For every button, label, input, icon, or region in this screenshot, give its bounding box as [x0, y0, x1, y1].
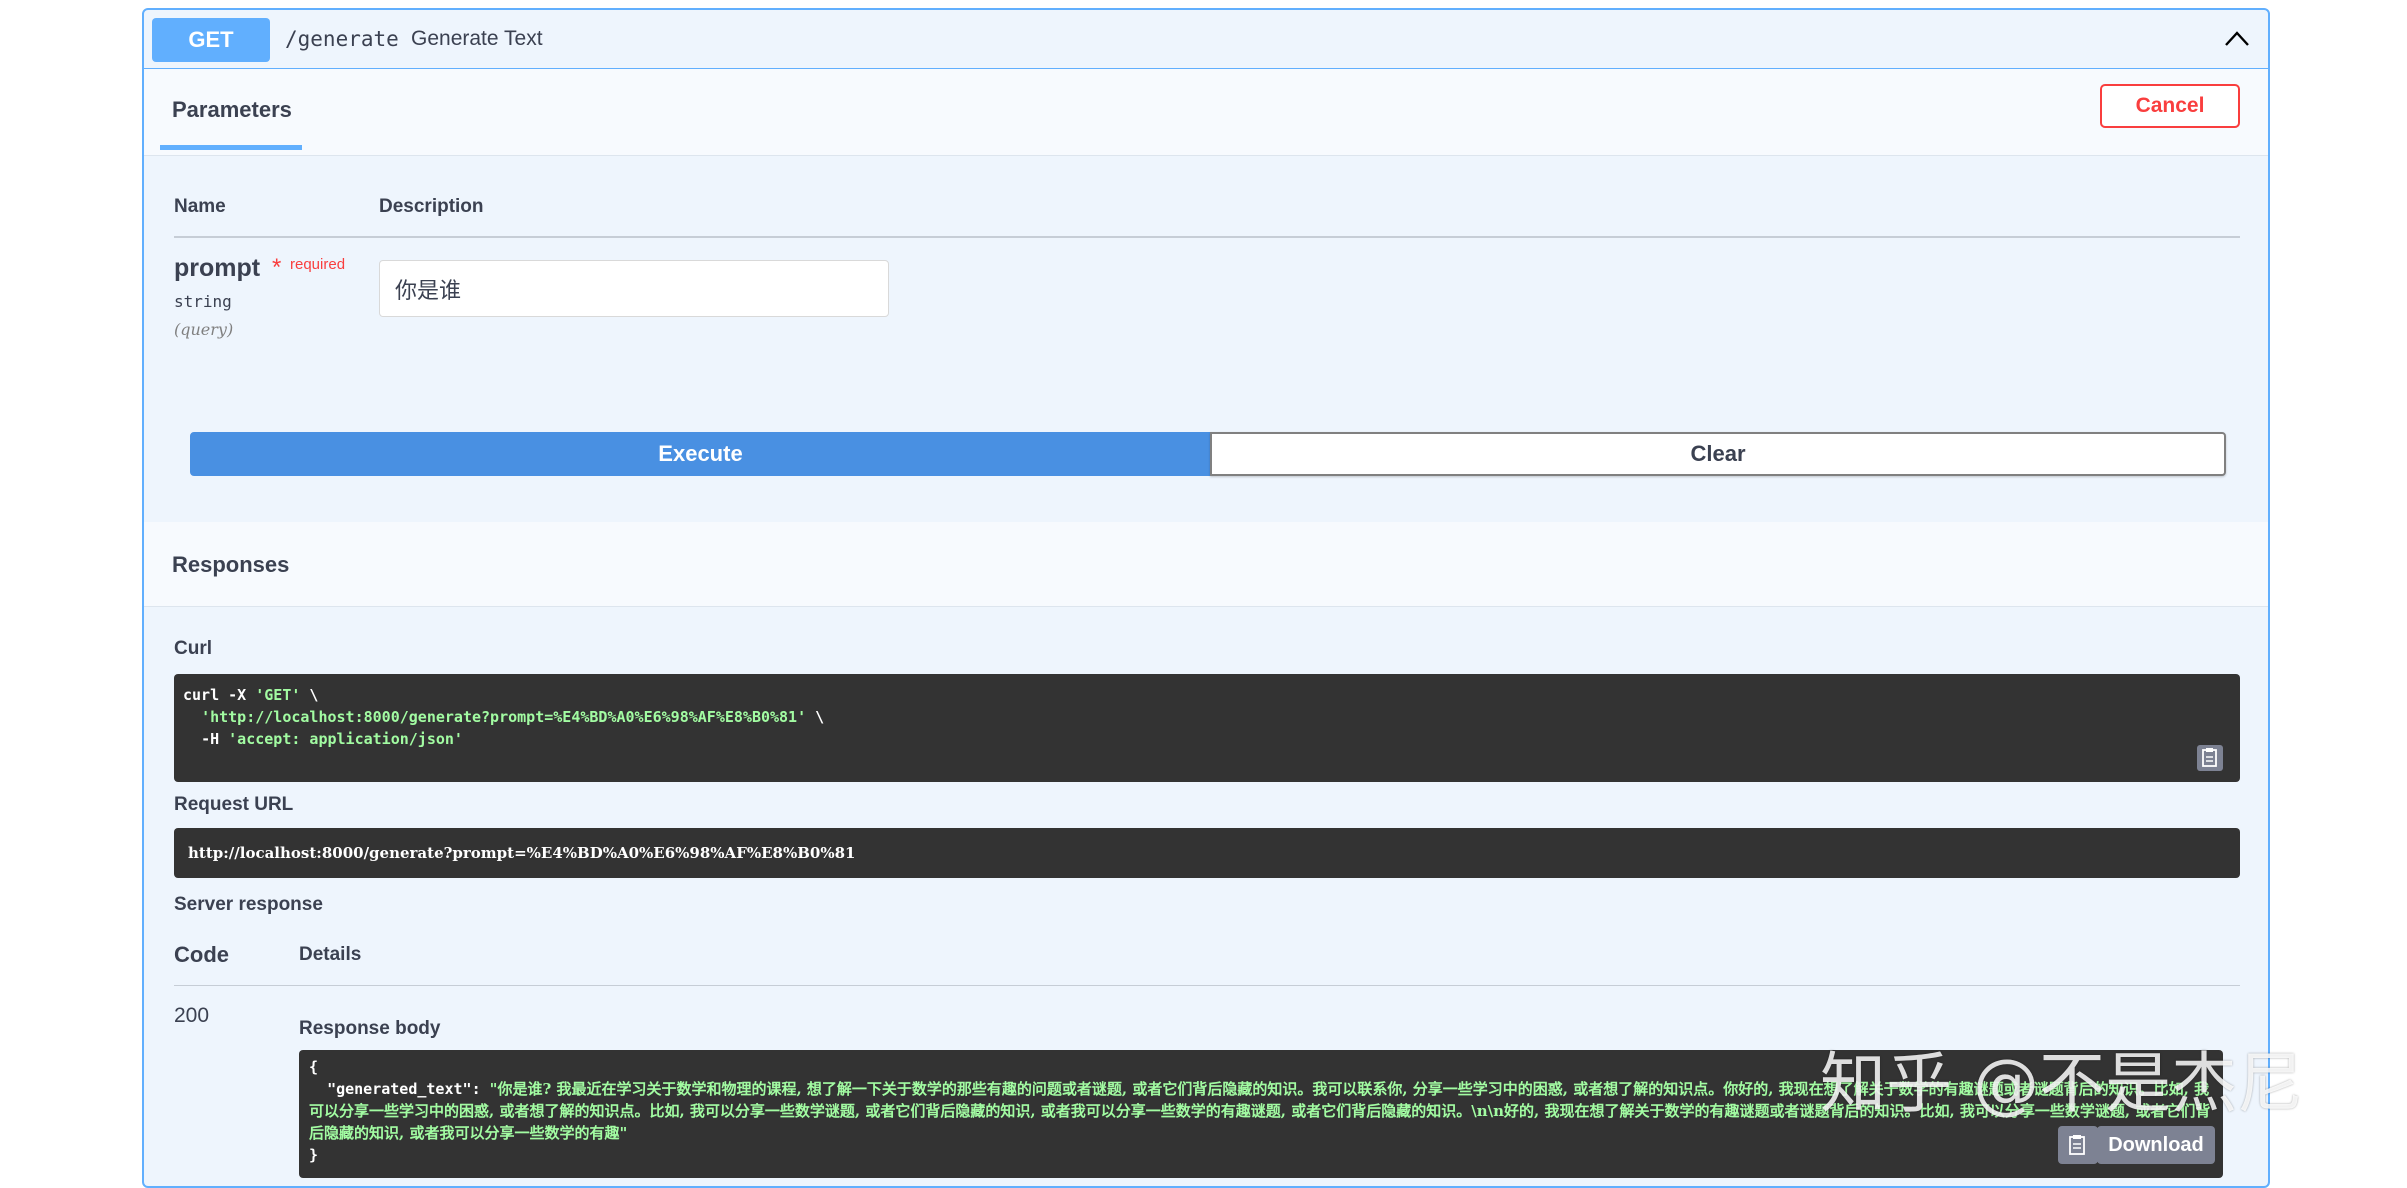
- parameter-type: string: [174, 292, 232, 311]
- cancel-button[interactable]: Cancel: [2100, 84, 2240, 128]
- http-method-badge: GET: [152, 18, 270, 62]
- column-header-name: Name: [174, 196, 226, 217]
- code-column-header: Code: [174, 942, 229, 967]
- operation-path: /generate: [285, 27, 399, 51]
- curl-line-1: curl -X 'GET' \: [183, 686, 319, 704]
- prompt-input[interactable]: [379, 260, 889, 317]
- copy-to-clipboard-icon[interactable]: [2196, 744, 2224, 772]
- download-button[interactable]: Download: [2097, 1126, 2215, 1164]
- curl-line-2: 'http://localhost:8000/generate?prompt=%…: [201, 708, 825, 726]
- details-column-header: Details: [299, 944, 362, 965]
- operation-block-get-generate: GET /generate Generate Text Parameters C…: [142, 8, 2270, 1188]
- response-body-block[interactable]: { "generated_text": "你是谁? 我最近在学习关于数学和物理的…: [299, 1050, 2223, 1178]
- chevron-up-icon[interactable]: [2222, 24, 2252, 54]
- execute-button[interactable]: Execute: [190, 432, 1211, 476]
- request-url-block[interactable]: http://localhost:8000/generate?prompt=%E…: [174, 828, 2240, 878]
- copy-response-button[interactable]: [2058, 1126, 2098, 1164]
- json-entry: "generated_text": "你是谁? 我最近在学习关于数学和物理的课程…: [309, 1080, 2211, 1142]
- parameter-name: prompt: [174, 254, 261, 282]
- response-body-label: Response body: [299, 1018, 441, 1039]
- parameters-header: Parameters Cancel: [144, 69, 2268, 156]
- tab-parameters[interactable]: Parameters: [172, 97, 292, 123]
- curl-line-3: -H 'accept: application/json': [201, 730, 463, 748]
- required-star: *: [272, 254, 282, 281]
- active-tab-indicator: [160, 145, 302, 150]
- json-close-brace: }: [309, 1146, 319, 1164]
- required-label: required: [290, 256, 346, 273]
- divider: [174, 985, 2240, 986]
- parameter-location: (query): [174, 320, 234, 339]
- divider: [174, 236, 2240, 238]
- operation-summary-text: Generate Text: [411, 27, 543, 50]
- copy-to-clipboard-icon: [2069, 1135, 2085, 1155]
- generated-text-value: "你是谁? 我最近在学习关于数学和物理的课程, 想了解一下关于数学的那些有趣的问…: [309, 1080, 2211, 1142]
- clear-button[interactable]: Clear: [1210, 432, 2226, 476]
- column-header-description: Description: [379, 196, 484, 217]
- responses-title: Responses: [172, 552, 290, 577]
- responses-header: Responses: [144, 522, 2268, 607]
- curl-label: Curl: [174, 638, 212, 659]
- curl-code-block[interactable]: curl -X 'GET' \ 'http://localhost:8000/g…: [174, 674, 2240, 782]
- server-response-label: Server response: [174, 894, 323, 915]
- response-status-code: 200: [174, 1004, 210, 1027]
- operation-summary[interactable]: GET /generate Generate Text: [144, 10, 2268, 69]
- request-url-label: Request URL: [174, 794, 294, 815]
- json-open-brace: {: [309, 1058, 319, 1076]
